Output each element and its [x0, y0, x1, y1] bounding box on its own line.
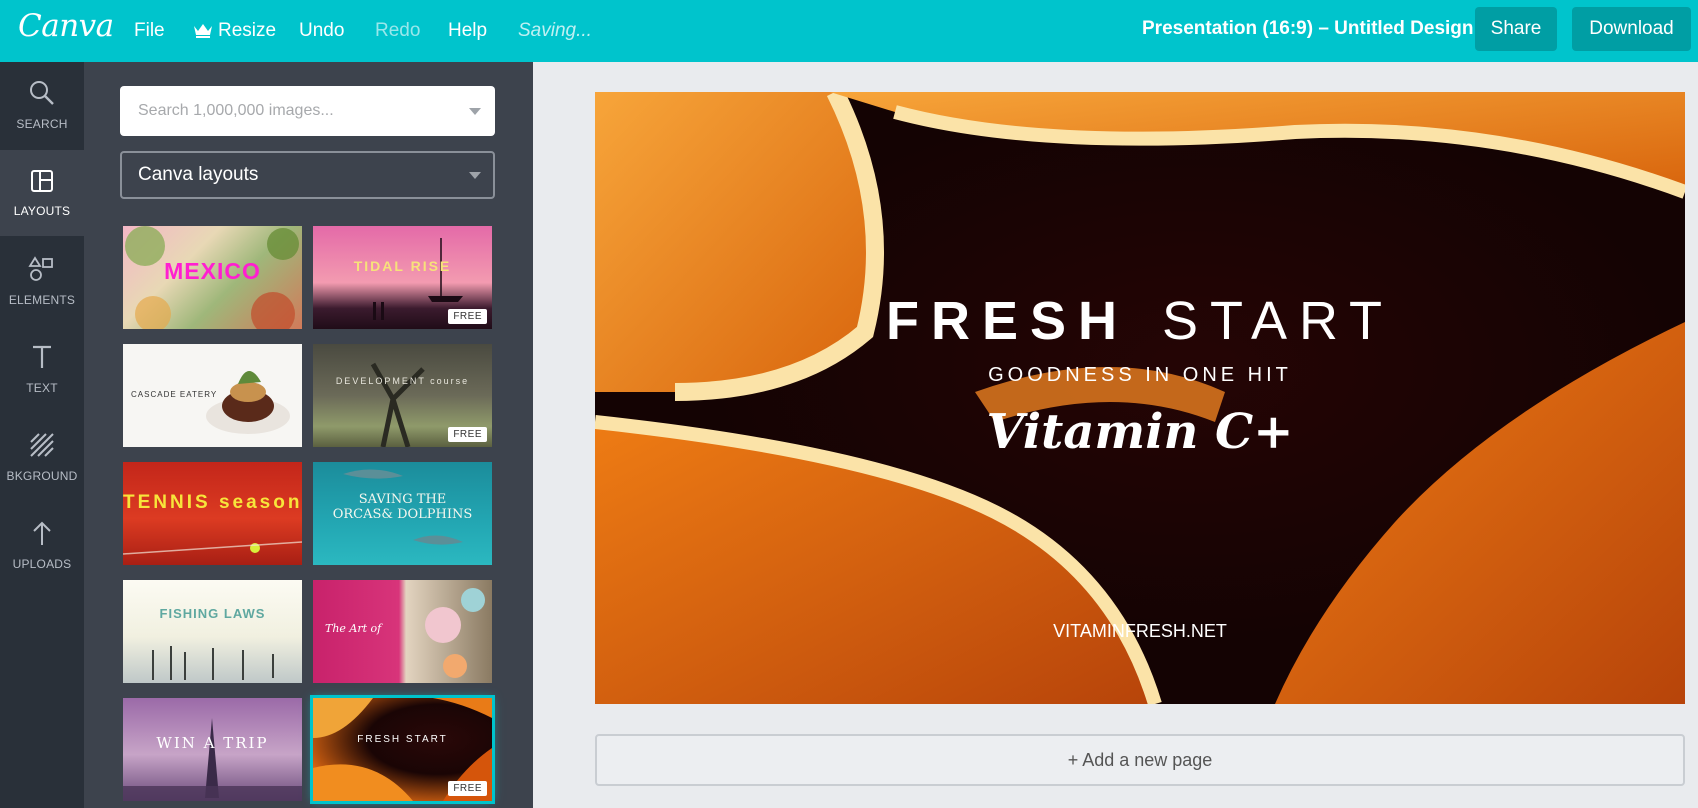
rail-label: TEXT — [26, 380, 58, 395]
document-title[interactable]: Presentation (16:9) – Untitled Design — [1142, 18, 1474, 40]
share-button[interactable]: Share — [1475, 7, 1557, 51]
redo-button[interactable]: Redo — [375, 20, 420, 42]
rail-item-background[interactable]: BKGROUND — [0, 414, 84, 500]
thumb-title: FRESH START — [357, 734, 448, 745]
rail-item-layouts[interactable]: LAYOUTS — [0, 150, 84, 236]
layout-select-value: Canva layouts — [138, 164, 259, 185]
layout-thumb-mexico[interactable]: MEXICO — [123, 226, 302, 329]
layouts-panel: Canva layouts MEXICO TIDAL RISE FREE CA — [84, 62, 533, 808]
help-menu[interactable]: Help — [448, 20, 487, 42]
orange-slices-photo — [595, 92, 1685, 704]
headline-bold: FRESH — [885, 291, 1129, 351]
layout-thumb-tennis[interactable]: TENNIS season — [123, 462, 302, 565]
thumb-title: FISHING LAWS — [159, 606, 266, 621]
left-rail: SEARCH LAYOUTS ELEMENTS TEXT BKGROUND UP… — [0, 62, 84, 808]
rail-label: SEARCH — [16, 116, 68, 131]
chevron-down-icon[interactable] — [469, 108, 481, 115]
add-new-page-button[interactable]: + Add a new page — [595, 734, 1685, 786]
search-icon — [29, 80, 55, 111]
layout-thumb-fishing-laws[interactable]: FISHING LAWS — [123, 580, 302, 683]
rail-item-search[interactable]: SEARCH — [0, 62, 84, 148]
thumb-title: CASCADE EATERY — [131, 390, 218, 399]
canva-logo[interactable]: Canva — [18, 8, 114, 44]
text-icon — [30, 344, 54, 375]
resize-label: Resize — [218, 20, 277, 41]
free-badge: FREE — [448, 309, 487, 324]
image-search-input[interactable] — [120, 86, 460, 136]
background-icon — [29, 432, 55, 463]
download-button[interactable]: Download — [1572, 7, 1691, 51]
layout-thumb-win-a-trip[interactable]: WIN A TRIP — [123, 698, 302, 801]
file-menu[interactable]: File — [134, 20, 165, 42]
thumb-title: TENNIS season — [123, 492, 302, 513]
headline-light: START — [1162, 291, 1395, 351]
resize-menu[interactable]: Resize — [193, 20, 276, 44]
layout-category-select[interactable]: Canva layouts — [120, 151, 495, 199]
rail-label: LAYOUTS — [13, 203, 71, 218]
layout-thumb-orcas[interactable]: SAVING THE ORCAS& DOLPHINS — [313, 462, 492, 565]
rail-label: BKGROUND — [6, 468, 78, 483]
rail-item-uploads[interactable]: UPLOADS — [0, 502, 84, 588]
layout-thumb-tidal-rise[interactable]: TIDAL RISE FREE — [313, 226, 492, 329]
undo-button[interactable]: Undo — [299, 20, 344, 42]
top-bar: Canva File Resize Undo Redo Help Saving.… — [0, 0, 1698, 62]
layout-thumb-development[interactable]: DEVELOPMENT course FREE — [313, 344, 492, 447]
free-badge: FREE — [448, 781, 487, 796]
subtitle[interactable]: GOODNESS IN ONE HIT — [595, 364, 1685, 387]
design-canvas[interactable]: FRESH START GOODNESS IN ONE HIT Vitamin … — [595, 92, 1685, 704]
chevron-down-icon — [469, 172, 481, 179]
rail-item-text[interactable]: TEXT — [0, 326, 84, 412]
website-text[interactable]: VITAMINFRESH.NET — [595, 621, 1685, 642]
rail-label: UPLOADS — [12, 556, 72, 571]
layouts-icon — [30, 169, 54, 198]
crown-icon — [193, 22, 213, 44]
layout-thumb-fresh-start[interactable]: FRESH START FREE — [310, 695, 495, 804]
headline[interactable]: FRESH START — [595, 290, 1685, 352]
saving-status: Saving... — [518, 20, 592, 41]
elements-icon — [28, 255, 56, 287]
image-search-box[interactable] — [120, 86, 495, 136]
thumb-title: The Art of — [325, 622, 382, 635]
thumb-title: TIDAL RISE — [353, 258, 452, 274]
pier-photo — [152, 646, 274, 680]
thumb-title: DEVELOPMENT course — [335, 376, 470, 386]
rail-label: ELEMENTS — [8, 292, 76, 307]
thumb-title: SAVING THE ORCAS& DOLPHINS — [332, 492, 473, 522]
rail-item-elements[interactable]: ELEMENTS — [0, 238, 84, 324]
layout-thumb-cascade-eatery[interactable]: CASCADE EATERY — [123, 344, 302, 447]
script-text[interactable]: Vitamin C+ — [595, 404, 1685, 460]
upload-arrow-icon — [30, 520, 54, 551]
layout-thumb-art-of[interactable]: The Art of — [313, 580, 492, 683]
free-badge: FREE — [448, 427, 487, 442]
thumb-title: MEXICO — [164, 258, 261, 284]
thumb-title: WIN A TRIP — [156, 734, 269, 752]
